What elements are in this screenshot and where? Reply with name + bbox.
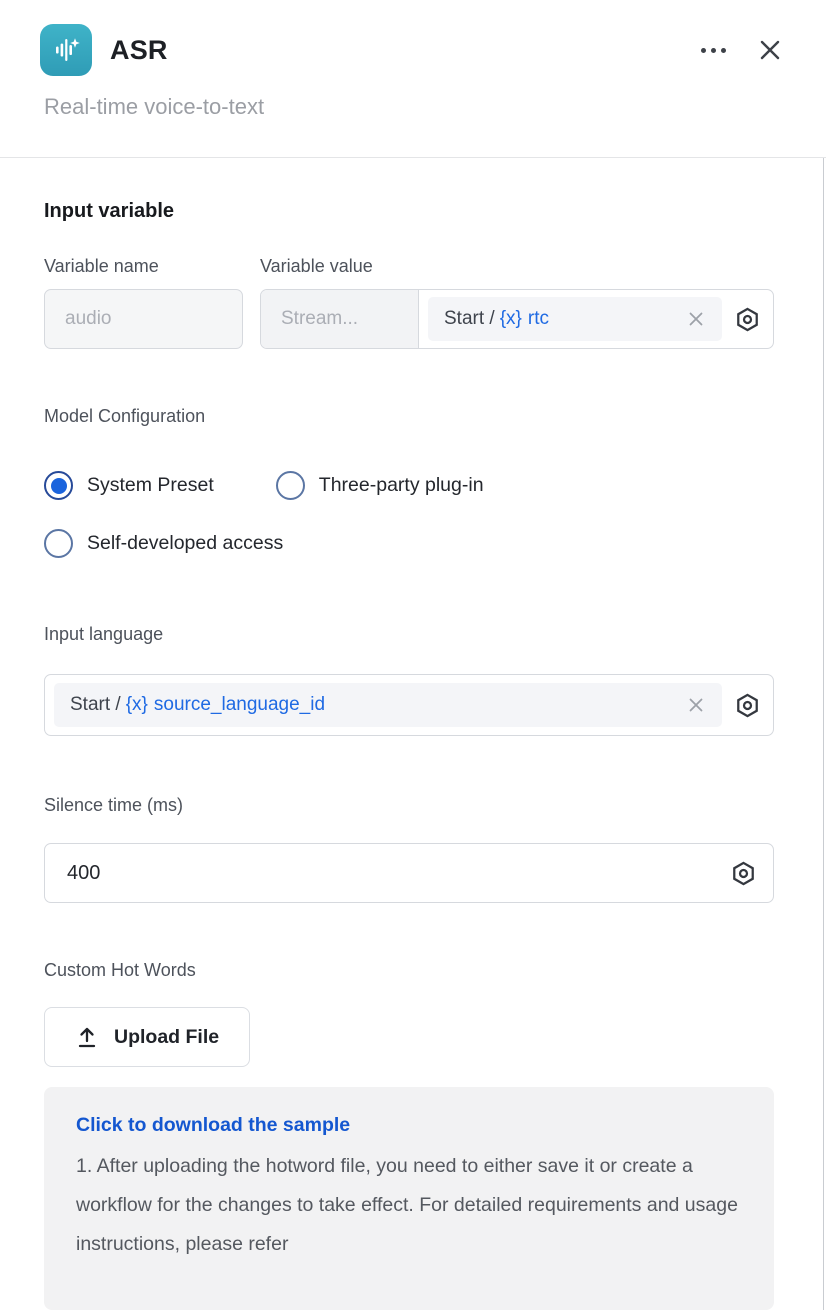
- radio-option-label: Self-developed access: [87, 532, 283, 555]
- ref-source: Start /: [70, 694, 121, 716]
- upload-icon: [75, 1025, 99, 1049]
- silence-time-settings-button[interactable]: [730, 860, 773, 887]
- node-description: Real-time voice-to-text: [44, 94, 782, 120]
- dot: [701, 48, 706, 53]
- hotwords-help-text: 1. After uploading the hotword file, you…: [76, 1147, 744, 1264]
- variable-name-input[interactable]: [44, 289, 243, 349]
- clear-x-icon: [686, 309, 706, 329]
- dot: [721, 48, 726, 53]
- hexagon-node-icon: [734, 692, 761, 719]
- hexagon-node-icon: [730, 860, 757, 887]
- close-button[interactable]: [754, 34, 786, 66]
- asr-node-icon: [40, 24, 92, 76]
- input-language-reference-chip[interactable]: Start / {x} source_language_id: [54, 683, 722, 727]
- dot: [711, 48, 716, 53]
- radio-option-three-party-plugin[interactable]: Three-party plug-in: [276, 471, 484, 500]
- waveform-sparkle-icon: [48, 32, 84, 68]
- upload-file-button[interactable]: Upload File: [44, 1007, 250, 1067]
- radio-selected-icon: [44, 471, 73, 500]
- close-icon: [757, 37, 783, 63]
- variable-name-label: Variable name: [44, 256, 260, 277]
- hexagon-node-icon: [734, 306, 761, 333]
- page-title: ASR: [110, 35, 168, 66]
- clear-x-icon: [686, 695, 706, 715]
- upload-file-label: Upload File: [114, 1026, 219, 1049]
- input-language-field: Start / {x} source_language_id: [44, 674, 774, 736]
- radio-option-system-preset[interactable]: System Preset: [44, 471, 214, 500]
- more-menu-button[interactable]: [699, 40, 728, 61]
- silence-time-input[interactable]: [45, 844, 730, 902]
- radio-unselected-icon: [44, 529, 73, 558]
- variable-value-field: Stream... Start / {x} rtc: [260, 289, 774, 349]
- silence-time-field: [44, 843, 774, 903]
- variable-type-icon: {x}: [500, 308, 522, 330]
- clear-reference-button[interactable]: [686, 309, 706, 329]
- ref-variable-name: rtc: [528, 308, 549, 330]
- radio-option-label: System Preset: [87, 474, 214, 497]
- radio-option-label: Three-party plug-in: [319, 474, 484, 497]
- clear-reference-button[interactable]: [686, 695, 706, 715]
- panel-header: ASR: [0, 0, 826, 76]
- stream-type-select[interactable]: Stream...: [261, 290, 419, 348]
- variable-value-settings-button[interactable]: [734, 306, 761, 333]
- config-panel-body: Input variable Variable name Variable va…: [0, 158, 824, 1310]
- radio-unselected-icon: [276, 471, 305, 500]
- input-language-settings-button[interactable]: [734, 692, 761, 719]
- ref-source: Start /: [444, 308, 495, 330]
- variable-type-icon: {x}: [126, 694, 148, 716]
- variable-value-label: Variable value: [260, 256, 373, 277]
- hotwords-help-box: Click to download the sample 1. After up…: [44, 1087, 774, 1310]
- custom-hot-words-label: Custom Hot Words: [44, 960, 774, 981]
- model-configuration-radio-group: System Preset Three-party plug-in Self-d…: [44, 471, 774, 558]
- download-sample-link[interactable]: Click to download the sample: [76, 1114, 350, 1137]
- model-configuration-label: Model Configuration: [44, 406, 774, 427]
- radio-option-self-developed-access[interactable]: Self-developed access: [44, 529, 283, 558]
- input-language-label: Input language: [44, 624, 774, 645]
- variable-value-reference-chip[interactable]: Start / {x} rtc: [428, 297, 722, 341]
- ref-variable-name: source_language_id: [154, 694, 325, 716]
- silence-time-label: Silence time (ms): [44, 795, 774, 816]
- input-variable-heading: Input variable: [44, 158, 774, 223]
